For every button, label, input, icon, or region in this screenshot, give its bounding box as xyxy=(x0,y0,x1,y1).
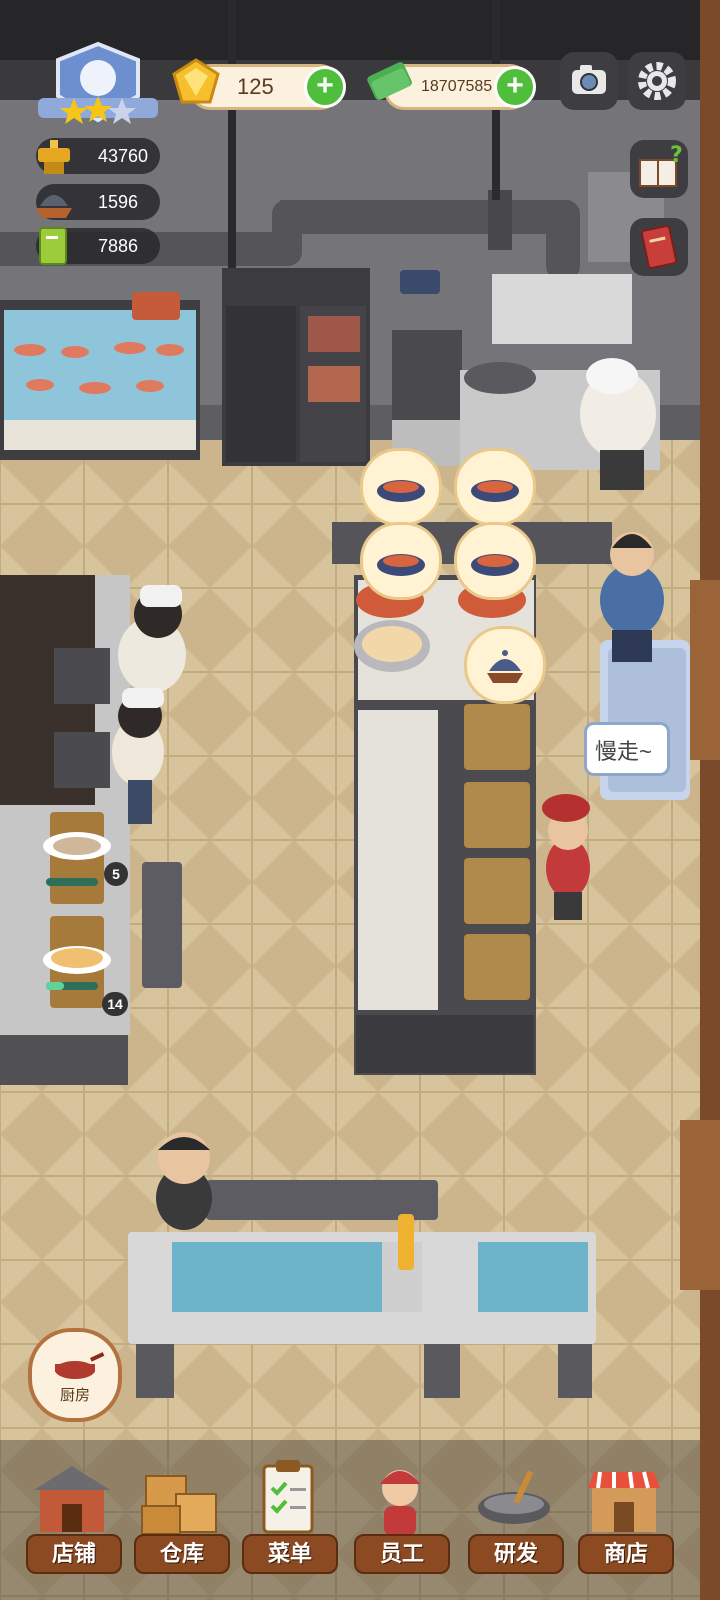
nav-label: 员工 xyxy=(354,1534,450,1574)
customer-speech-text: 慢走~ xyxy=(595,739,652,764)
pot-icon xyxy=(377,480,425,502)
cash-value: 18707585 xyxy=(421,78,493,95)
customer-speech-bubble: 慢走~ xyxy=(584,722,670,776)
settings-button[interactable] xyxy=(628,52,686,110)
gold-pot-icon xyxy=(38,140,70,174)
gear-icon xyxy=(638,62,676,100)
order-bubble[interactable] xyxy=(360,522,442,600)
svg-text:?: ? xyxy=(670,143,683,168)
nav-staff[interactable]: 员工 xyxy=(350,1458,450,1578)
level-badge-icon xyxy=(38,41,158,124)
serving-dish-icon xyxy=(36,195,72,218)
gem-value: 125 xyxy=(237,74,274,99)
stat-value: 43760 xyxy=(98,146,149,166)
pot-icon xyxy=(471,554,519,576)
order-bubble[interactable] xyxy=(360,448,442,526)
restaurant-level-badge[interactable] xyxy=(34,40,162,130)
clipboard-icon xyxy=(262,1460,314,1534)
queue-count-text: 14 xyxy=(107,996,123,1012)
order-bubble[interactable] xyxy=(454,522,536,600)
guide-button[interactable]: ? xyxy=(630,140,688,198)
nav-label: 店铺 xyxy=(26,1534,122,1574)
nav-research[interactable]: 研发 xyxy=(464,1458,564,1578)
pot-icon xyxy=(377,554,425,576)
stat-value: 7886 xyxy=(98,236,139,256)
queue-count-text: 5 xyxy=(112,866,120,882)
shop-icon xyxy=(588,1471,660,1532)
kitchen-label: 厨房 xyxy=(59,1387,90,1404)
green-book-icon xyxy=(39,227,67,265)
nav-store[interactable]: 店铺 xyxy=(22,1458,122,1578)
nav-shop[interactable]: 商店 xyxy=(574,1458,674,1578)
store-icon xyxy=(34,1466,110,1532)
kitchen-button[interactable]: 厨房 xyxy=(28,1328,122,1422)
nav-label: 商店 xyxy=(578,1534,674,1574)
game-scene: 慢走~ 5 14 125 + 18707585 + ? 43760 1596 7… xyxy=(0,0,720,1600)
nav-label: 菜单 xyxy=(242,1534,338,1574)
stat-serving-dish: 1596 xyxy=(36,184,160,220)
nav-menu[interactable]: 菜单 xyxy=(238,1458,338,1578)
queue-count-badge: 5 xyxy=(104,862,128,886)
camera-button[interactable] xyxy=(560,52,618,110)
book-question-icon: ? xyxy=(639,143,683,187)
serve-bubble[interactable] xyxy=(464,626,546,704)
boxes-icon xyxy=(141,1475,217,1535)
recipe-book-button[interactable] xyxy=(630,218,688,276)
pot-icon xyxy=(471,480,519,502)
order-bubble[interactable] xyxy=(454,448,536,526)
stat-gold-pot: 43760 xyxy=(36,138,160,174)
nav-warehouse[interactable]: 仓库 xyxy=(130,1458,230,1578)
serving-dish-icon xyxy=(487,650,523,683)
add-cash-button[interactable]: + xyxy=(494,66,536,108)
gem-icon xyxy=(172,58,220,104)
nav-label: 仓库 xyxy=(134,1534,230,1574)
cash-icon xyxy=(367,62,412,101)
stat-value: 1596 xyxy=(98,192,139,212)
stat-green-book: 7886 xyxy=(36,227,160,265)
nav-label: 研发 xyxy=(468,1534,564,1574)
camera-icon xyxy=(572,65,606,94)
wok-icon xyxy=(478,1470,550,1524)
waitress-icon xyxy=(380,1470,420,1536)
queue-count-badge: 14 xyxy=(102,992,128,1016)
add-gems-button[interactable]: + xyxy=(304,66,346,108)
red-book-icon xyxy=(640,225,678,269)
